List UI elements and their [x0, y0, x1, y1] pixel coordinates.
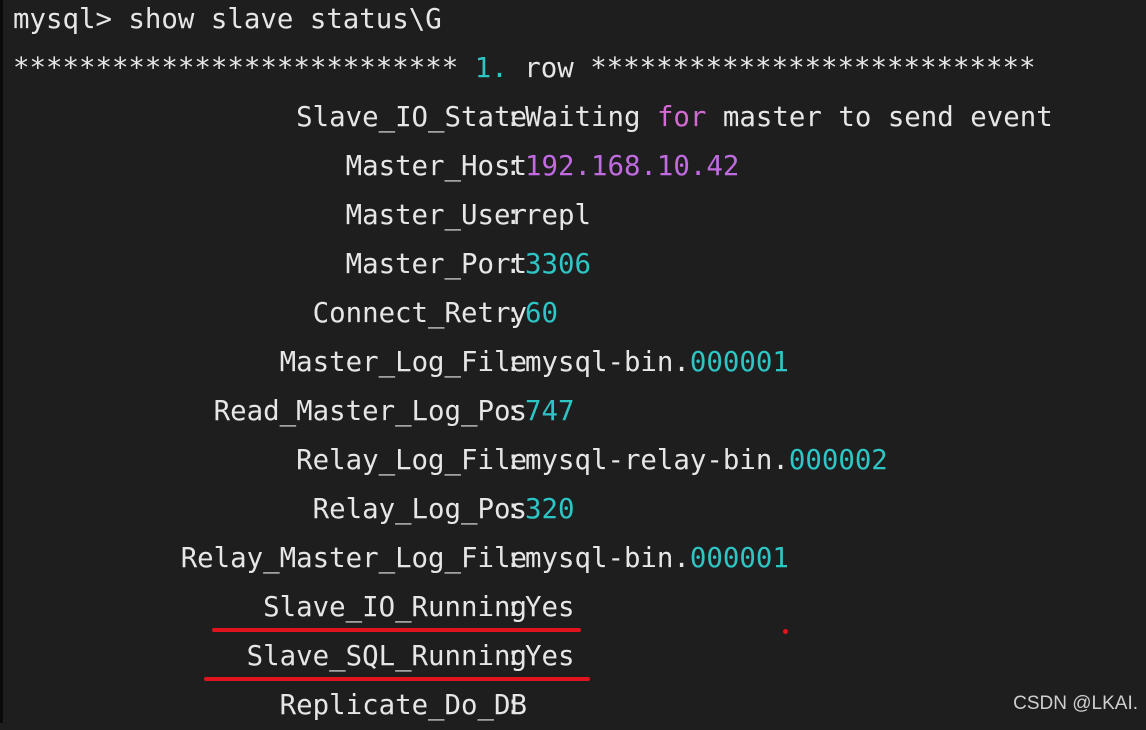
status-field-row: Relay_Log_Pos:320	[3, 485, 1146, 534]
field-value-part: 000002	[788, 445, 888, 476]
field-separator: :	[505, 298, 522, 329]
status-field-row: Connect_Retry:60	[3, 289, 1146, 338]
annotation-dot	[783, 629, 788, 634]
field-separator: :	[505, 396, 522, 427]
field-key: Relay_Log_File	[296, 445, 527, 476]
field-separator: :	[505, 592, 522, 623]
annotation-underline-io-running	[212, 628, 581, 632]
field-key: Master_Log_File	[279, 347, 527, 378]
field-value-part: mysql-bin.	[525, 347, 690, 378]
field-separator: :	[505, 543, 522, 574]
field-key: Slave_SQL_Running	[246, 641, 527, 672]
status-field-row: Master_Host:192.168.10.42	[3, 142, 1146, 191]
field-key: Connect_Retry	[312, 298, 527, 329]
field-value-part: 320	[525, 494, 575, 525]
field-value-part: 000001	[689, 347, 789, 378]
row-header: *************************** 1. row *****…	[13, 44, 1035, 93]
field-value-part: master to send event	[706, 102, 1053, 133]
field-key: Master_User	[345, 200, 527, 231]
field-value-part: mysql-bin.	[525, 543, 690, 574]
row-number: 1.	[474, 53, 508, 84]
field-value: repl	[525, 191, 591, 240]
field-key: Read_Master_Log_Pos	[213, 396, 527, 427]
field-value: 60	[525, 289, 558, 338]
field-value-part: 192.168.10.42	[525, 151, 740, 182]
field-value-part: Waiting	[525, 102, 657, 133]
terminal-window[interactable]: mysql> show slave status\G *************…	[0, 0, 1146, 723]
field-separator: :	[505, 347, 522, 378]
field-value-part: Yes	[525, 641, 575, 672]
field-key: Relay_Master_Log_File	[180, 543, 527, 574]
field-separator: :	[505, 445, 522, 476]
field-value: mysql-bin.000001	[525, 338, 789, 387]
field-key: Slave_IO_State	[296, 102, 527, 133]
field-value-part: repl	[525, 200, 591, 231]
field-key: Slave_IO_Running	[263, 592, 527, 623]
row-header-stars-right: ***************************	[590, 53, 1036, 84]
field-value: mysql-relay-bin.000002	[525, 436, 888, 485]
field-value-part: 60	[525, 298, 558, 329]
field-value-part: 000001	[689, 543, 789, 574]
prompt-line: mysql> show slave status\G	[13, 4, 442, 35]
status-field-row: Master_Log_File: mysql-bin.000001	[3, 338, 1146, 387]
field-value: mysql-bin.000001	[525, 534, 789, 583]
field-separator: :	[505, 641, 522, 672]
row-header-stars-left: ***************************	[13, 53, 475, 84]
watermark: CSDN @LKAI.	[1013, 693, 1138, 714]
field-separator: :	[505, 200, 522, 231]
field-separator: :	[505, 151, 522, 182]
status-field-row: Relay_Log_File: mysql-relay-bin.000002	[3, 436, 1146, 485]
field-value-part: 3306	[525, 249, 591, 280]
field-separator: :	[505, 102, 522, 133]
status-field-row: Master_User: repl	[3, 191, 1146, 240]
field-value-part: for	[656, 102, 707, 133]
field-value: 3306	[525, 240, 591, 289]
field-value: Yes	[525, 583, 574, 632]
status-field-row: Master_Port:3306	[3, 240, 1146, 289]
field-value: 320	[525, 485, 574, 534]
field-value-part: mysql-relay-bin.	[525, 445, 789, 476]
status-field-row: Slave_SQL_Running: Yes	[3, 632, 1146, 681]
annotation-underline-sql-running	[204, 677, 590, 681]
field-key: Master_Port	[345, 249, 527, 280]
field-value: 192.168.10.42	[525, 142, 739, 191]
field-separator: :	[505, 249, 522, 280]
field-value: Waiting for master to send event	[525, 93, 1053, 142]
field-separator: :	[505, 494, 522, 525]
status-field-row: Read_Master_Log_Pos:747	[3, 387, 1146, 436]
row-word: row	[507, 53, 591, 84]
field-value-part: Yes	[525, 592, 575, 623]
status-field-row: Slave_IO_State: Waiting for master to sen…	[3, 93, 1146, 142]
field-key: Master_Host	[345, 151, 527, 182]
status-field-row: Relay_Master_Log_File: mysql-bin.000001	[3, 534, 1146, 583]
field-value-part: 747	[525, 396, 575, 427]
field-value: Yes	[525, 632, 574, 681]
field-key: Relay_Log_Pos	[312, 494, 527, 525]
field-value: 747	[525, 387, 574, 436]
status-field-row: Slave_IO_Running: Yes	[3, 583, 1146, 632]
